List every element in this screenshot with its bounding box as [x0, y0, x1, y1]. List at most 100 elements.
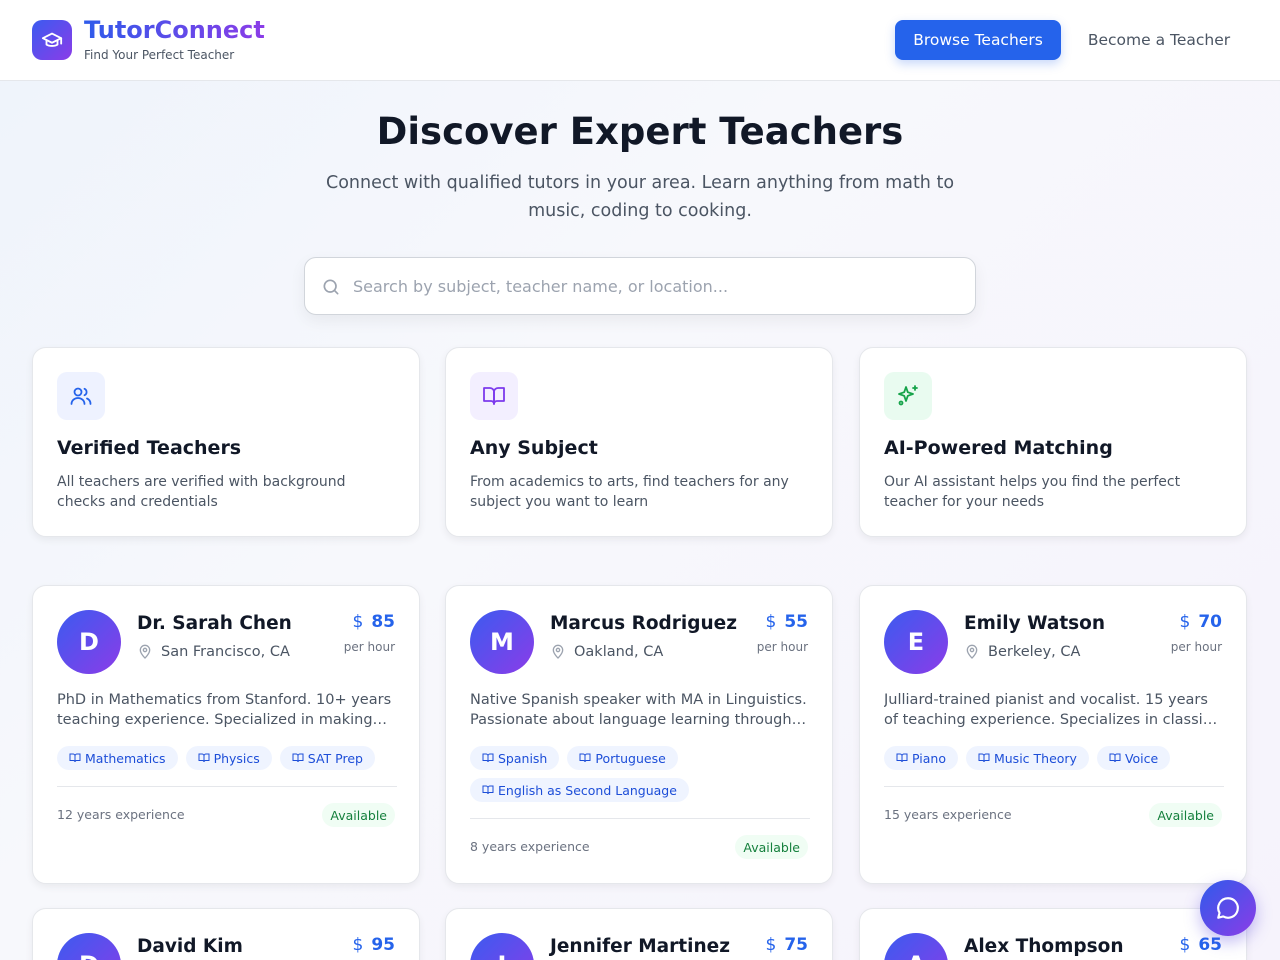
- avatar: D: [57, 933, 121, 960]
- rate-unit: per hour: [343, 640, 395, 654]
- rate-unit: per hour: [756, 640, 808, 654]
- price-value: 85: [371, 612, 395, 632]
- feature-description: Our AI assistant helps you find the perf…: [884, 474, 1181, 510]
- search-icon: [323, 279, 339, 295]
- rate-unit: per hour: [1170, 640, 1222, 654]
- location-text: Oakland, CA: [574, 644, 664, 660]
- search-bar[interactable]: [304, 257, 976, 315]
- subject-tag[interactable]: Piano: [884, 746, 958, 770]
- users-icon: [57, 372, 105, 420]
- experience-text: 15 years experience: [884, 807, 1012, 822]
- teacher-card[interactable]: E Emily Watson Berkeley, CA $70 per hour…: [859, 585, 1247, 884]
- teacher-card[interactable]: A Alex Thompson $65: [859, 908, 1247, 960]
- currency-symbol: $: [1179, 935, 1191, 955]
- teacher-name[interactable]: Alex Thompson: [964, 936, 1124, 957]
- feature-card-verified-teachers: Verified Teachers All teachers are verif…: [32, 347, 420, 537]
- book-icon: [978, 753, 990, 763]
- sparkles-icon: [884, 372, 932, 420]
- teacher-card[interactable]: D David Kim $95: [32, 908, 420, 960]
- teacher-bio: Julliard-trained pianist and vocalist. 1…: [884, 692, 1224, 728]
- subject-tags: Piano Music Theory Voice: [884, 746, 1229, 770]
- feature-title: Verified Teachers: [57, 437, 242, 459]
- map-pin-icon: [552, 644, 564, 659]
- subject-tags: Spanish Portuguese English as Second Lan…: [470, 746, 815, 802]
- book-open-icon: [470, 372, 518, 420]
- experience-text: 8 years experience: [470, 839, 590, 854]
- brand-tagline: Find Your Perfect Teacher: [84, 48, 235, 62]
- teacher-location: Oakland, CA: [550, 644, 663, 660]
- subject-tag[interactable]: SAT Prep: [279, 746, 375, 770]
- price-value: 95: [371, 935, 395, 955]
- subject-tag[interactable]: Portuguese: [567, 746, 678, 770]
- price-value: 65: [1198, 935, 1222, 955]
- subject-label: Voice: [1124, 750, 1159, 766]
- map-pin-icon: [139, 644, 151, 659]
- teacher-location: San Francisco, CA: [137, 644, 290, 660]
- status-badge: Available: [735, 835, 808, 859]
- avatar: A: [884, 933, 948, 960]
- subject-tag[interactable]: Music Theory: [965, 746, 1089, 770]
- teacher-name[interactable]: David Kim: [137, 936, 243, 957]
- teacher-card[interactable]: J Jennifer Martinez $75: [445, 908, 833, 960]
- currency-symbol: $: [765, 935, 777, 955]
- subject-tag[interactable]: Voice: [1096, 746, 1171, 770]
- feature-card-ai-matching: AI-Powered Matching Our AI assistant hel…: [859, 347, 1247, 537]
- subject-label: Portuguese: [595, 750, 666, 766]
- search-input[interactable]: [353, 266, 953, 306]
- hourly-rate: $85: [353, 612, 396, 632]
- teacher-bio: Native Spanish speaker with MA in Lingui…: [470, 692, 807, 728]
- page-title: Discover Expert Teachers: [376, 110, 904, 153]
- card-divider: [57, 786, 397, 787]
- location-text: San Francisco, CA: [161, 644, 290, 660]
- hourly-rate: $55: [766, 612, 809, 632]
- teacher-name[interactable]: Marcus Rodriguez: [550, 613, 737, 634]
- feature-title: Any Subject: [470, 437, 598, 459]
- book-icon: [69, 753, 81, 763]
- subject-label: Music Theory: [993, 750, 1077, 766]
- graduation-cap-icon[interactable]: [32, 20, 72, 60]
- teacher-name[interactable]: Jennifer Martinez: [550, 936, 730, 957]
- feature-description: From academics to arts, find teachers fo…: [470, 474, 789, 510]
- avatar: M: [470, 610, 534, 674]
- avatar: E: [884, 610, 948, 674]
- hourly-rate: $95: [353, 935, 396, 955]
- teacher-name[interactable]: Dr. Sarah Chen: [137, 613, 292, 634]
- currency-symbol: $: [1179, 612, 1191, 632]
- currency-symbol: $: [352, 612, 364, 632]
- subject-label: Piano: [912, 750, 946, 766]
- browse-teachers-button[interactable]: Browse Teachers: [895, 20, 1061, 60]
- chat-assistant-button[interactable]: [1200, 880, 1256, 936]
- price-value: 75: [784, 935, 808, 955]
- feature-description: All teachers are verified with backgroun…: [57, 474, 346, 510]
- subject-label: Physics: [213, 750, 260, 766]
- become-teacher-button[interactable]: Become a Teacher: [1069, 20, 1249, 60]
- location-text: Berkeley, CA: [988, 644, 1081, 660]
- chat-bubble-icon: [1217, 897, 1239, 919]
- map-pin-icon: [966, 644, 978, 659]
- currency-symbol: $: [352, 935, 364, 955]
- book-icon: [896, 753, 908, 763]
- avatar: J: [470, 933, 534, 960]
- subject-tag[interactable]: English as Second Language: [470, 778, 689, 802]
- experience-text: 12 years experience: [57, 807, 185, 822]
- price-value: 55: [784, 612, 808, 632]
- subject-tag[interactable]: Physics: [185, 746, 272, 770]
- subject-tag[interactable]: Mathematics: [57, 746, 178, 770]
- currency-symbol: $: [765, 612, 777, 632]
- teacher-location: Berkeley, CA: [964, 644, 1080, 660]
- book-icon: [198, 753, 210, 763]
- price-value: 70: [1198, 612, 1222, 632]
- teacher-card[interactable]: M Marcus Rodriguez Oakland, CA $55 per h…: [445, 585, 833, 884]
- teacher-card[interactable]: D Dr. Sarah Chen San Francisco, CA $85 p…: [32, 585, 420, 884]
- teacher-name[interactable]: Emily Watson: [964, 613, 1105, 634]
- status-badge: Available: [1149, 803, 1222, 827]
- feature-title: AI-Powered Matching: [884, 437, 1113, 459]
- book-icon: [292, 753, 304, 763]
- subject-tags: Mathematics Physics SAT Prep: [57, 746, 402, 770]
- feature-card-any-subject: Any Subject From academics to arts, find…: [445, 347, 833, 537]
- book-icon: [579, 753, 591, 763]
- subject-tag[interactable]: Spanish: [470, 746, 560, 770]
- avatar: D: [57, 610, 121, 674]
- book-icon: [482, 785, 494, 795]
- brand-name[interactable]: TutorConnect: [84, 16, 265, 44]
